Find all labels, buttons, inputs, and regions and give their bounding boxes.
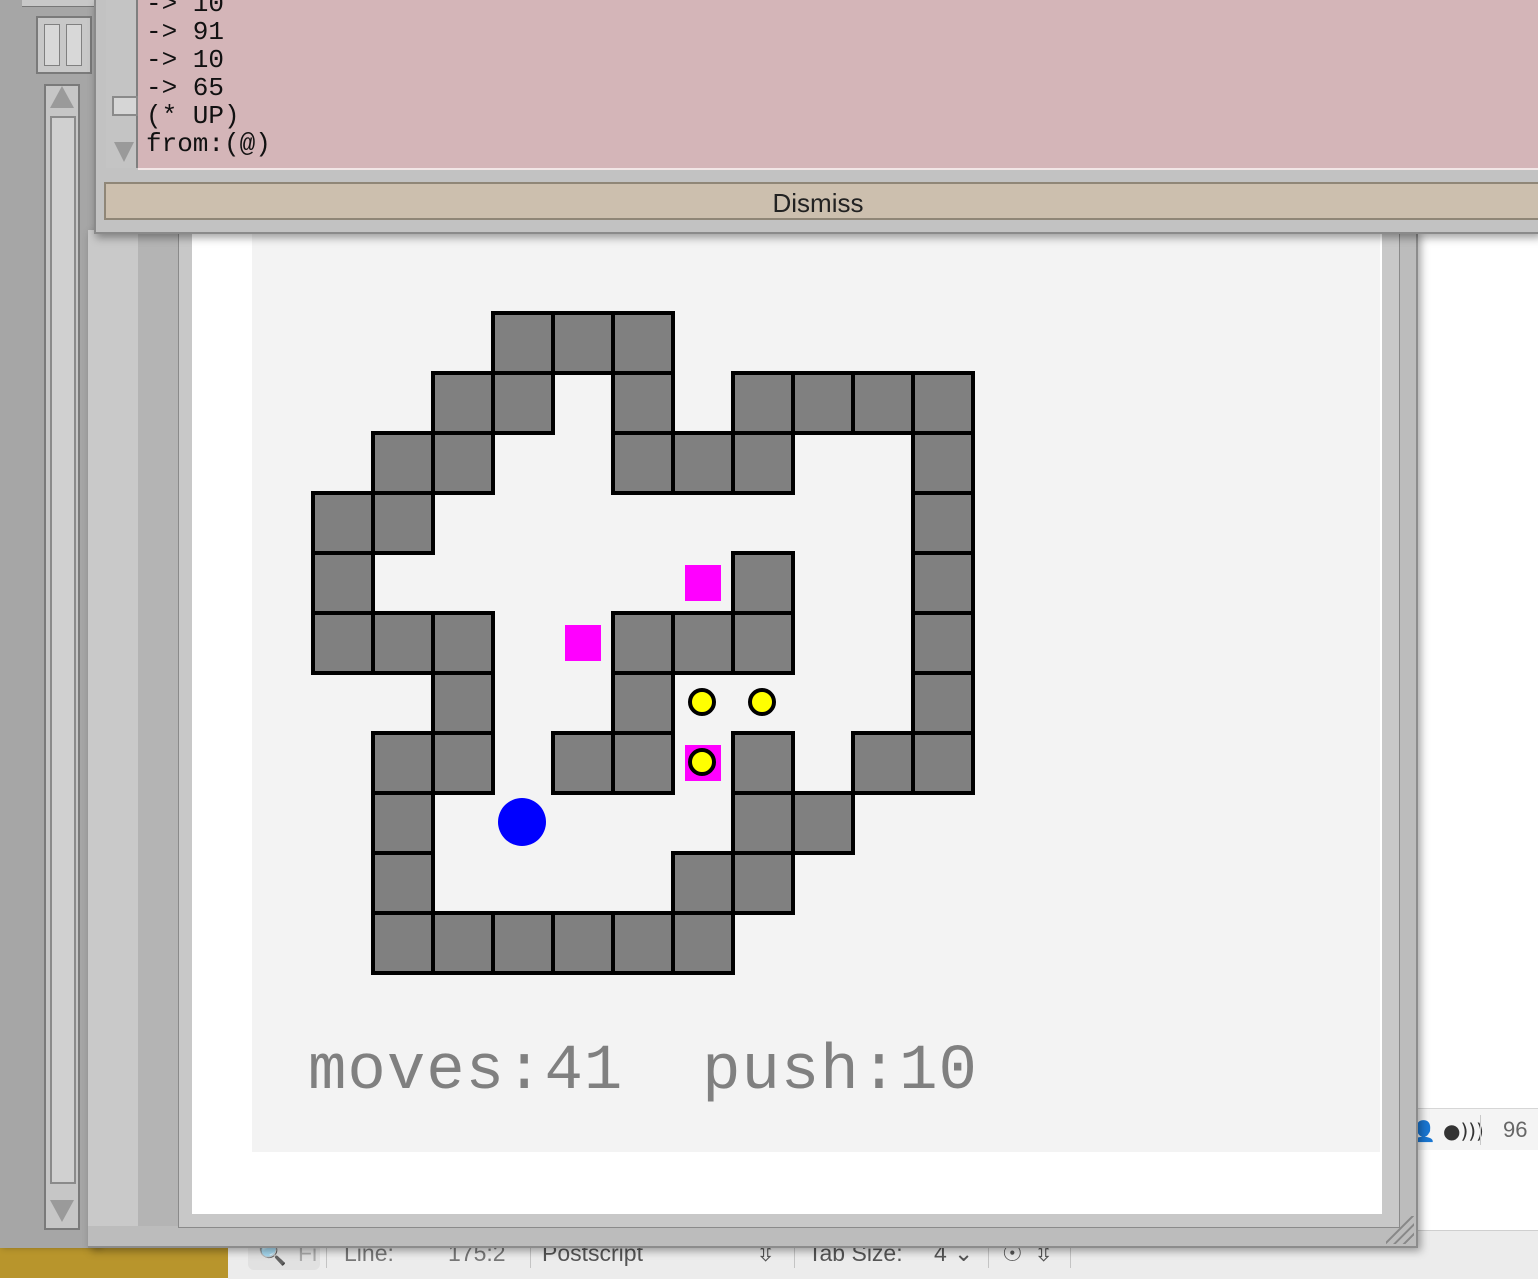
wall-tile [791,791,855,855]
wall-tile [431,371,495,435]
wall-tile [671,911,735,975]
wall-tile [611,431,675,495]
wall-tile [371,791,435,855]
wall-tile [671,851,735,915]
wall-tile [731,551,795,615]
wall-tile [731,431,795,495]
wall-tile [371,851,435,915]
wall-tile [911,611,975,675]
wall-tile [491,371,555,435]
popup-line: from:(@) [146,129,271,159]
wall-tile [731,611,795,675]
popup-scrollbar-thumb[interactable] [112,96,138,116]
popup-line: -> 65 [146,73,225,103]
wall-tile [371,611,435,675]
wall-tile [311,611,375,675]
wall-tile [491,911,555,975]
wall-tile [731,791,795,855]
wall-tile [431,611,495,675]
wall-tile [371,431,435,495]
wall-tile [431,431,495,495]
wall-tile [911,371,975,435]
wall-tile [731,731,795,795]
wall-tile [851,371,915,435]
wall-tile [371,731,435,795]
wall-tile [611,611,675,675]
wall-tile [611,731,675,795]
game-stats: moves:41 push:10 [308,1036,978,1108]
wall-tile [491,311,555,375]
popup-scrollbar[interactable] [106,0,138,168]
wall-tile [371,491,435,555]
wall-tile [731,851,795,915]
wall-tile [551,731,615,795]
popup-line: (* UP) [146,101,240,131]
box-piece[interactable] [688,688,716,716]
wall-tile [671,431,735,495]
wall-tile [431,731,495,795]
wall-tile [911,551,975,615]
player-piece[interactable] [498,798,546,846]
wall-tile [611,671,675,735]
wall-tile [911,431,975,495]
wall-tile [551,311,615,375]
wall-tile [911,731,975,795]
box-piece[interactable] [688,748,716,776]
dismiss-button[interactable]: Dismiss [104,182,1538,220]
popup-message-area: -> 10 -> 91 -> 10 -> 65 (* UP) from:(@) [138,0,1538,170]
wall-tile [671,611,735,675]
wall-tile [431,671,495,735]
popup-message-text: -> 10 -> 91 -> 10 -> 65 (* UP) from:(@) [146,0,271,158]
wall-tile [551,911,615,975]
box-piece[interactable] [748,688,776,716]
push-counter: push:10 [702,1036,978,1108]
wall-tile [851,731,915,795]
wall-tile [611,371,675,435]
scroll-down-icon[interactable] [114,142,134,162]
wall-tile [371,911,435,975]
popup-line: -> 10 [146,0,225,19]
wall-tile [311,551,375,615]
wall-tile [431,911,495,975]
wall-tile [791,371,855,435]
goal-tile [565,625,601,661]
wall-tile [911,671,975,735]
popup-line: -> 10 [146,45,225,75]
popup-line: -> 91 [146,17,225,47]
dismiss-button-label: Dismiss [772,188,864,218]
wall-tile [611,311,675,375]
wall-tile [311,491,375,555]
wall-tile [611,911,675,975]
wall-tile [911,491,975,555]
moves-counter: moves:41 [308,1036,624,1108]
goal-tile [685,565,721,601]
wall-tile [731,371,795,435]
